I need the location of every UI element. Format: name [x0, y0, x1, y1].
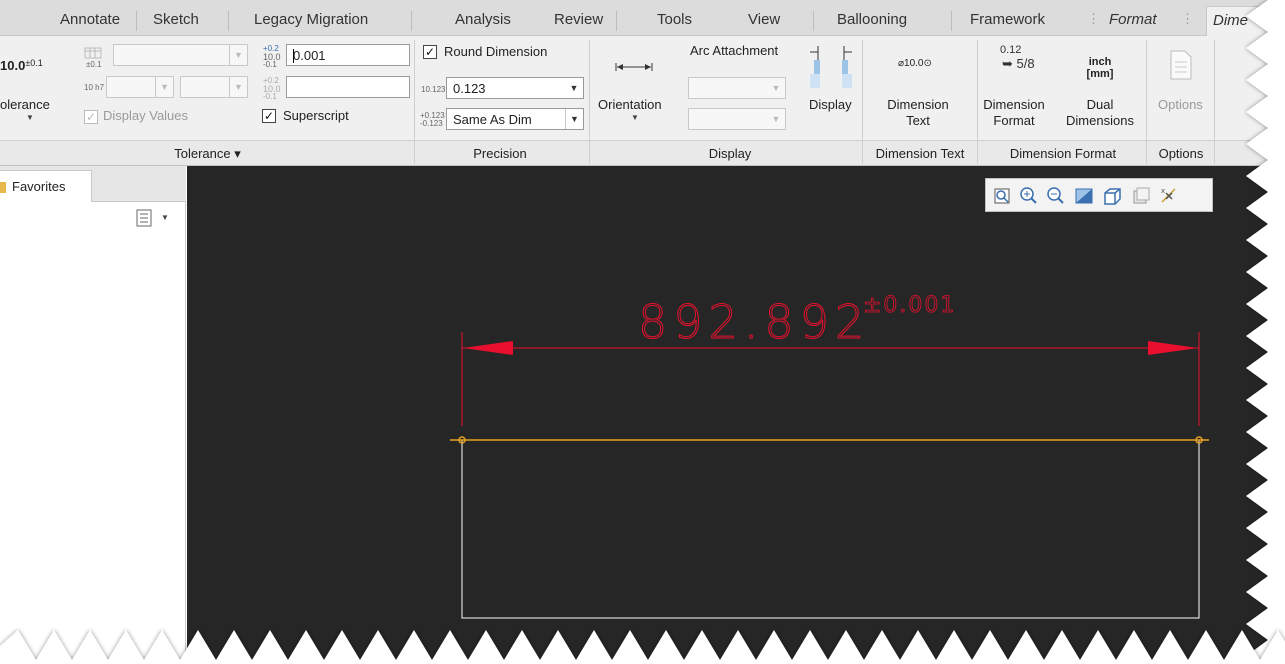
tolerance-group-label[interactable]: Tolerance ▾ — [150, 146, 265, 162]
chevron-down-icon: ▼ — [771, 114, 781, 124]
dimension-tolerance-text[interactable]: ±0.001 — [863, 293, 956, 319]
tab-analysis[interactable]: Analysis — [455, 9, 511, 31]
display-witness-lines-icon[interactable] — [810, 46, 854, 92]
panel-tab-strip: Favorites — [0, 166, 186, 202]
favorites-tab[interactable]: Favorites — [0, 170, 92, 202]
options-button-label[interactable]: Options — [1158, 97, 1203, 112]
tree-settings-icon[interactable] — [136, 209, 154, 227]
model-tree-panel: Favorites ▼ — [0, 166, 186, 664]
tolerance-table-select[interactable]: ▼ — [113, 44, 248, 66]
chevron-down-icon: ▼ — [771, 83, 781, 93]
zoom-window-icon[interactable] — [990, 184, 1014, 208]
tab-framework[interactable]: Framework — [970, 9, 1045, 31]
tab-view[interactable]: View — [748, 9, 780, 31]
tolerance-fit-mini-label: 10 h7 — [84, 83, 105, 92]
dimension-format-group-label: Dimension Format — [1009, 146, 1117, 161]
options-document-icon[interactable] — [1170, 50, 1192, 80]
annotation-display-icon[interactable]: x — [1157, 184, 1181, 208]
display-group-label: Display — [708, 146, 752, 161]
chevron-down-icon: ▼ — [155, 77, 173, 97]
tree-settings-dropdown-icon[interactable]: ▼ — [161, 213, 169, 222]
upper-tolerance-icon: +0.2 10.0 -0.1 — [263, 44, 281, 69]
tab-tools[interactable]: Tools — [657, 9, 692, 31]
graphics-canvas[interactable]: 892.892 ±0.001 — [187, 166, 1285, 664]
group-separator — [1214, 40, 1215, 164]
tab-divider — [616, 11, 617, 31]
display-style-icon[interactable] — [1100, 184, 1124, 208]
tolerance-grade-select[interactable]: ▼ — [180, 76, 248, 98]
arc-attachment-select-2[interactable]: ▼ — [688, 108, 786, 130]
chevron-down-icon: ▼ — [229, 77, 247, 97]
tab-ballooning[interactable]: Ballooning — [837, 9, 907, 31]
tab-group-separator: ⋮ — [1087, 11, 1100, 26]
tolerance-decimal-places-icon: +0.123 -0.123 — [420, 111, 445, 128]
display-values-label: Display Values — [103, 108, 189, 123]
orientation-arrow-icon[interactable] — [612, 60, 656, 74]
refit-icon[interactable] — [1072, 184, 1096, 208]
arc-attachment-select-1[interactable]: ▼ — [688, 77, 786, 99]
folder-icon — [0, 182, 6, 193]
tab-annotate[interactable]: Annotate — [60, 9, 120, 31]
display-button-label[interactable]: Display — [809, 97, 852, 112]
options-group-label: Options — [1158, 146, 1204, 161]
tab-divider — [951, 11, 952, 31]
tab-legacy-migration[interactable]: Legacy Migration — [254, 9, 368, 31]
dimension-text-group-label: Dimension Text — [875, 146, 965, 161]
dimension-text-button-label[interactable]: Dimension Text — [878, 97, 958, 129]
left-arrowhead[interactable] — [463, 341, 513, 355]
round-dimension-label: Round Dimension — [444, 44, 548, 59]
zoom-out-icon[interactable] — [1044, 184, 1068, 208]
dual-dimensions-icon[interactable]: inch [mm] — [1080, 56, 1120, 80]
decimal-places-select[interactable]: 0.123 ▼ — [446, 77, 584, 99]
orientation-dropdown-arrow-icon[interactable]: ▼ — [631, 113, 639, 122]
tolerance-button-label[interactable]: olerance — [0, 97, 50, 112]
orientation-button-label[interactable]: Orientation — [598, 97, 662, 112]
tolerance-plusminus-mini-label: ±0.1 — [86, 60, 102, 69]
dimension-format-icon[interactable]: 0.12 ➥ 5/8 — [1000, 44, 1035, 72]
zoom-in-icon[interactable] — [1017, 184, 1041, 208]
part-rectangle[interactable] — [461, 439, 1200, 619]
tab-divider — [228, 11, 229, 31]
tab-dimension[interactable]: Dime — [1206, 6, 1285, 36]
tolerance-hole-class-select[interactable]: ▼ — [106, 76, 174, 98]
tab-review[interactable]: Review — [554, 9, 603, 31]
arc-attachment-label: Arc Attachment — [690, 43, 779, 58]
right-arrowhead[interactable] — [1148, 341, 1198, 355]
dimension-text-icon[interactable]: ⌀10.0⊙ — [898, 58, 932, 69]
superscript-label: Superscript — [283, 108, 349, 123]
group-separator — [589, 40, 590, 164]
tolerance-dropdown-arrow-icon[interactable]: ▼ — [26, 113, 34, 122]
round-dimension-checkbox[interactable]: ✓ — [423, 45, 437, 59]
graphics-view-toolbar: x — [985, 178, 1213, 212]
superscript-checkbox[interactable]: ✓ — [262, 109, 276, 123]
tab-divider — [136, 11, 137, 31]
ribbon-tab-bar: Annotate Sketch Legacy Migration Analysi… — [0, 0, 1285, 36]
decimal-places-icon: 10.123 — [421, 85, 446, 94]
group-separator — [1146, 40, 1147, 164]
lower-tolerance-input[interactable] — [286, 76, 410, 98]
saved-views-icon[interactable] — [1129, 184, 1153, 208]
tab-format[interactable]: Format — [1109, 9, 1157, 31]
tolerance-type-icon[interactable]: 10.0±0.1 — [0, 58, 43, 73]
dual-dimensions-button-label[interactable]: Dual Dimensions — [1061, 97, 1139, 129]
tab-group-separator: ⋮ — [1181, 11, 1194, 26]
display-values-checkbox[interactable]: ✓ — [84, 110, 98, 124]
tab-divider — [813, 11, 814, 31]
chevron-down-icon: ▼ — [569, 83, 579, 93]
upper-tolerance-input[interactable]: 0.001 — [286, 44, 410, 66]
tab-divider — [411, 11, 412, 31]
group-separator — [862, 40, 863, 164]
tolerance-decimal-places-select[interactable]: Same As Dim ▼ — [446, 108, 584, 130]
chevron-down-icon: ▼ — [565, 109, 583, 129]
dimension-format-button-label[interactable]: Dimension Format — [983, 97, 1045, 129]
dimension-value-text[interactable]: 892.892 — [638, 295, 870, 350]
tab-sketch[interactable]: Sketch — [153, 9, 199, 31]
drawing-svg[interactable]: 892.892 ±0.001 — [187, 166, 1285, 664]
precision-group-label: Precision — [473, 146, 527, 161]
group-separator — [414, 40, 415, 164]
lower-tolerance-icon: +0.2 10.0 -0.1 — [263, 76, 281, 101]
group-separator — [977, 40, 978, 164]
chevron-down-icon: ▼ — [229, 45, 247, 65]
svg-text:x: x — [1161, 187, 1165, 195]
